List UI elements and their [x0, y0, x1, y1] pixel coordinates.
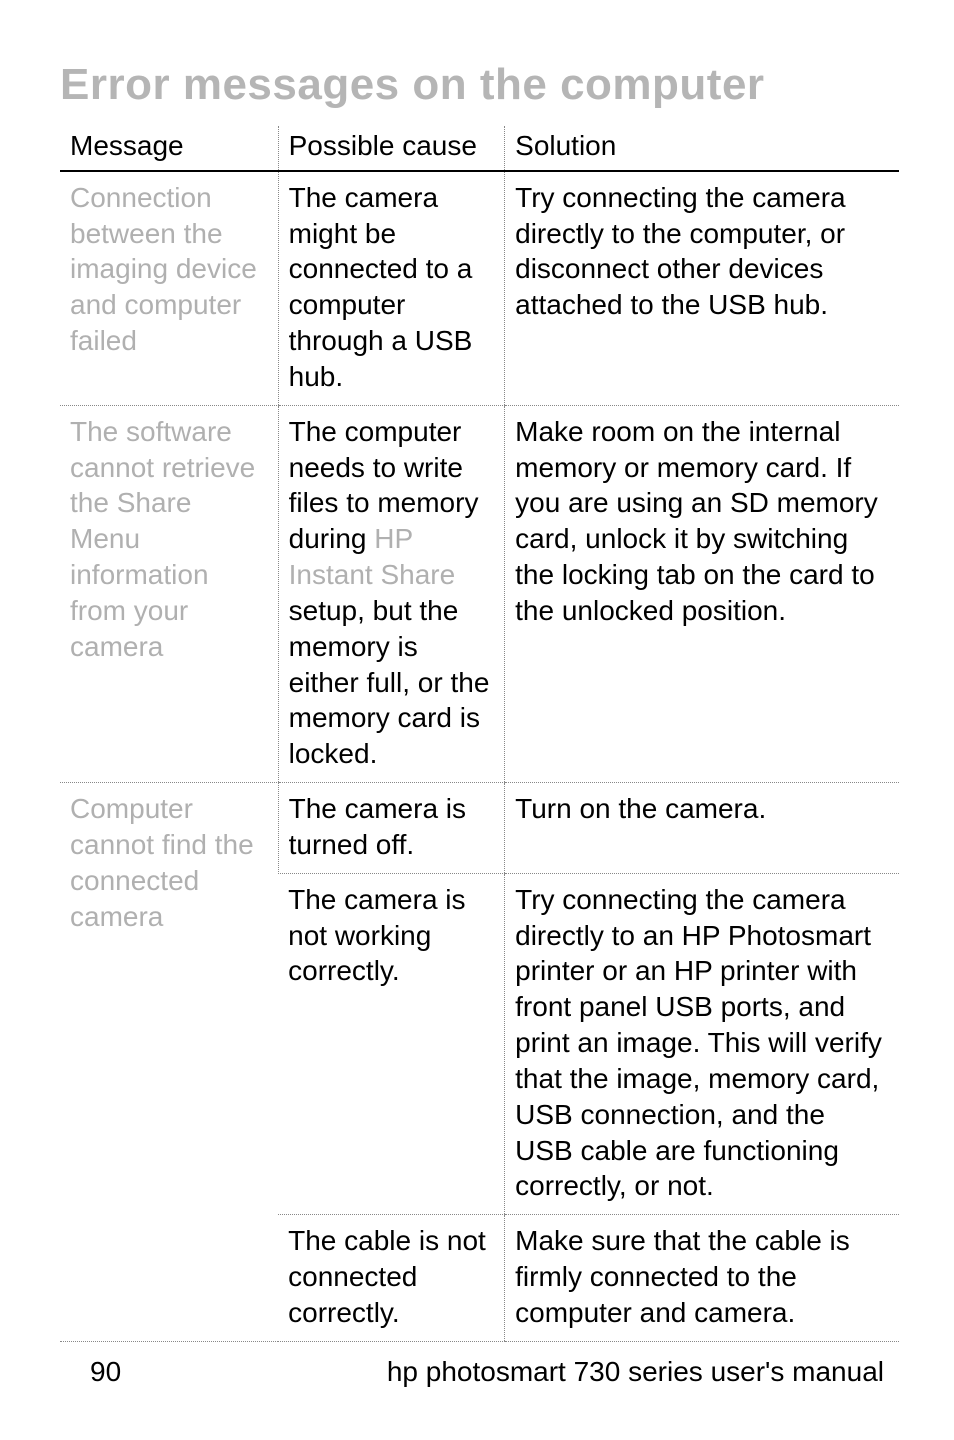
cell-possible-cause: The camera might be connected to a compu… — [278, 171, 505, 405]
cell-solution: Make room on the internal memory or memo… — [505, 405, 899, 782]
table-row: Connection between the imaging device an… — [60, 171, 899, 405]
cell-possible-cause: The camera is turned off. — [278, 783, 505, 874]
section-title: Error messages on the computer — [60, 60, 899, 110]
table-row: The software cannot retrieve the Share M… — [60, 405, 899, 782]
table-header-row: Message Possible cause Solution — [60, 126, 899, 171]
page: Error messages on the computer Message P… — [0, 0, 954, 1342]
cell-solution: Try connecting the camera directly to an… — [505, 873, 899, 1214]
cell-possible-cause: The cable is not connected correctly. — [278, 1215, 505, 1341]
cell-possible-cause: The camera is not working correctly. — [278, 873, 505, 1214]
header-possible-cause: Possible cause — [278, 126, 505, 171]
table-row: Computer cannot find the connected camer… — [60, 783, 899, 874]
header-message: Message — [60, 126, 278, 171]
cause-text-b: setup, but the memory is either full, or… — [289, 595, 490, 769]
doc-title: hp photosmart 730 series user's manual — [387, 1356, 884, 1388]
page-footer: 90 hp photosmart 730 series user's manua… — [0, 1356, 954, 1388]
cell-solution: Try connecting the camera directly to th… — [505, 171, 899, 405]
cell-message: Connection between the imaging device an… — [60, 171, 278, 405]
cell-message: Computer cannot find the connected camer… — [60, 783, 278, 1342]
header-solution: Solution — [505, 126, 899, 171]
cell-possible-cause: The computer needs to write files to mem… — [278, 405, 505, 782]
error-table: Message Possible cause Solution Connecti… — [60, 126, 899, 1342]
cell-solution: Turn on the camera. — [505, 783, 899, 874]
cell-solution: Make sure that the cable is firmly conne… — [505, 1215, 899, 1341]
cell-message: The software cannot retrieve the Share M… — [60, 405, 278, 782]
page-number: 90 — [90, 1356, 121, 1388]
